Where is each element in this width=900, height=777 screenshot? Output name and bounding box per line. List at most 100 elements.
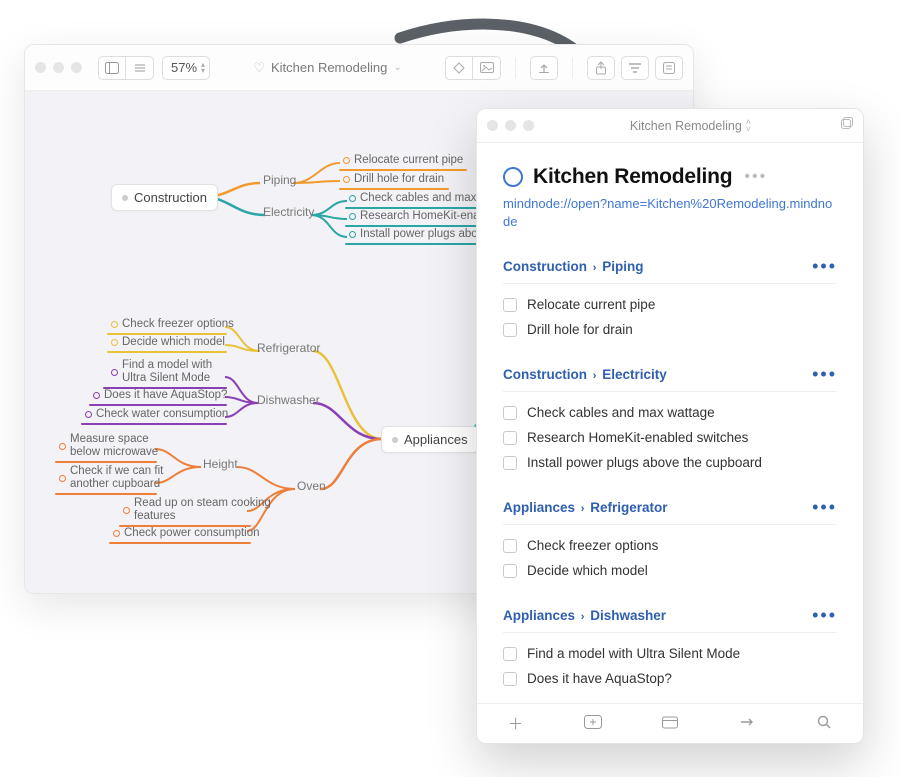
search-icon[interactable]	[804, 715, 844, 733]
section: Appliances › Dishwasher••• Find a model w…	[503, 605, 837, 691]
new-todo-icon[interactable]: ＋	[496, 713, 536, 734]
task-row[interactable]: Does it have AquaStop?	[503, 666, 837, 691]
things-bottom-toolbar: ＋	[477, 703, 863, 743]
window-controls[interactable]	[487, 120, 534, 131]
leaf[interactable]: Relocate current pipe	[354, 154, 463, 166]
things-doc-title[interactable]: Kitchen Remodeling ˄˅	[550, 119, 831, 133]
close-icon[interactable]	[35, 62, 46, 73]
things-body: Kitchen Remodeling ••• mindnode://open?n…	[477, 143, 863, 703]
leaf[interactable]: Check if we can fit another cupboard	[70, 465, 163, 491]
task-checkbox[interactable]	[503, 564, 517, 578]
attachment-icon[interactable]	[445, 56, 473, 80]
leaf[interactable]: Check water consumption	[96, 408, 228, 420]
zoom-icon[interactable]	[71, 62, 82, 73]
section-header[interactable]: Construction › Piping •••	[503, 256, 837, 284]
task-row[interactable]: Check freezer options	[503, 533, 837, 558]
leaf[interactable]: Read up on steam cooking features	[134, 497, 271, 523]
leaf[interactable]: Decide which model	[122, 336, 225, 348]
task-row[interactable]: Check cables and max wattage	[503, 400, 837, 425]
close-icon[interactable]	[487, 120, 498, 131]
more-icon[interactable]: •••	[744, 168, 767, 186]
new-heading-icon[interactable]	[573, 715, 613, 733]
sidebar-toggle-icon[interactable]	[98, 56, 126, 80]
branch-oven[interactable]: Oven	[297, 479, 326, 493]
section-more-icon[interactable]: •••	[812, 605, 837, 626]
project-progress-ring[interactable]	[503, 167, 523, 187]
task-checkbox[interactable]	[503, 672, 517, 686]
export-icon[interactable]	[530, 56, 558, 80]
node-appliances[interactable]: Appliances	[381, 426, 479, 453]
task-checkbox[interactable]	[503, 323, 517, 337]
window-controls[interactable]	[35, 62, 82, 73]
section: Construction › Piping ••• Relocate current…	[503, 256, 837, 342]
task-row[interactable]: Drill hole for drain	[503, 317, 837, 342]
minimize-icon[interactable]	[53, 62, 64, 73]
clipboard-group[interactable]	[445, 56, 501, 80]
task-title: Check freezer options	[527, 538, 658, 553]
mindmap-toolbar: 57% ▴▾ ♡ Kitchen Remodeling ⌄	[25, 45, 693, 91]
branch-height[interactable]: Height	[203, 457, 238, 471]
section-path: Appliances › Refrigerator	[503, 500, 668, 515]
section-header[interactable]: Appliances › Refrigerator •••	[503, 497, 837, 525]
section-path: Construction › Piping	[503, 259, 643, 274]
leaf[interactable]: Find a model with Ultra Silent Mode	[122, 359, 212, 385]
task-title: Research HomeKit-enabled switches	[527, 430, 748, 445]
task-checkbox[interactable]	[503, 298, 517, 312]
branch-refrigerator[interactable]: Refrigerator	[257, 341, 320, 355]
task-title: Install power plugs above the cupboard	[527, 455, 762, 470]
leaf[interactable]: Does it have AquaStop?	[104, 389, 227, 401]
inspector-icon[interactable]	[655, 56, 683, 80]
task-title: Check cables and max wattage	[527, 405, 715, 420]
task-title: Decide which model	[527, 563, 648, 578]
task-row[interactable]: Relocate current pipe	[503, 292, 837, 317]
favorite-icon[interactable]: ♡	[253, 60, 265, 76]
project-title: Kitchen Remodeling	[533, 165, 732, 189]
project-note-link[interactable]: mindnode://open?name=Kitchen%20Remodelin…	[503, 195, 837, 230]
branch-electricity[interactable]: Electricity	[263, 205, 314, 219]
zoom-icon[interactable]	[523, 120, 534, 131]
task-checkbox[interactable]	[503, 456, 517, 470]
task-row[interactable]: Decide which model	[503, 558, 837, 583]
share-icon[interactable]	[587, 56, 615, 80]
zoom-level[interactable]: 57% ▴▾	[162, 56, 210, 80]
task-row[interactable]: Install power plugs above the cupboard	[503, 450, 837, 475]
section: Construction › Electricity••• Check cable…	[503, 364, 837, 475]
things-window: Kitchen Remodeling ˄˅ Kitchen Remodeling…	[476, 108, 864, 744]
minimize-icon[interactable]	[505, 120, 516, 131]
calendar-icon[interactable]	[650, 715, 690, 733]
section-more-icon[interactable]: •••	[812, 256, 837, 277]
chevron-updown-icon[interactable]: ˄˅	[746, 119, 751, 133]
task-checkbox[interactable]	[503, 431, 517, 445]
leaf[interactable]: Drill hole for drain	[354, 173, 444, 185]
move-icon[interactable]	[727, 715, 767, 732]
leaf[interactable]: Check freezer options	[122, 318, 234, 330]
filter-icon[interactable]	[621, 56, 649, 80]
task-row[interactable]: Research HomeKit-enabled switches	[503, 425, 837, 450]
image-icon[interactable]	[473, 56, 501, 80]
zoom-stepper-icon[interactable]: ▴▾	[201, 62, 205, 74]
section-more-icon[interactable]: •••	[812, 497, 837, 518]
task-title: Drill hole for drain	[527, 322, 633, 337]
section-more-icon[interactable]: •••	[812, 364, 837, 385]
task-checkbox[interactable]	[503, 406, 517, 420]
task-title: Relocate current pipe	[527, 297, 655, 312]
branch-piping[interactable]: Piping	[263, 173, 296, 187]
outline-toggle-icon[interactable]	[126, 56, 154, 80]
section-header[interactable]: Appliances › Dishwasher•••	[503, 605, 837, 633]
task-title: Does it have AquaStop?	[527, 671, 672, 686]
task-checkbox[interactable]	[503, 539, 517, 553]
node-construction[interactable]: Construction	[111, 184, 218, 211]
branch-dishwasher[interactable]: Dishwasher	[257, 393, 320, 407]
task-row[interactable]: Find a model with Ultra Silent Mode	[503, 641, 837, 666]
new-window-icon[interactable]	[839, 117, 853, 134]
leaf[interactable]: Measure space below microwave	[70, 433, 158, 459]
things-titlebar: Kitchen Remodeling ˄˅	[477, 109, 863, 143]
view-mode-segment[interactable]	[98, 56, 154, 80]
chevron-down-icon[interactable]: ⌄	[393, 62, 401, 73]
section: Appliances › Refrigerator ••• Check freeze…	[503, 497, 837, 583]
section-header[interactable]: Construction › Electricity•••	[503, 364, 837, 392]
document-title[interactable]: ♡ Kitchen Remodeling ⌄	[218, 60, 437, 76]
leaf[interactable]: Check power consumption	[124, 527, 260, 539]
task-title: Find a model with Ultra Silent Mode	[527, 646, 740, 661]
task-checkbox[interactable]	[503, 647, 517, 661]
